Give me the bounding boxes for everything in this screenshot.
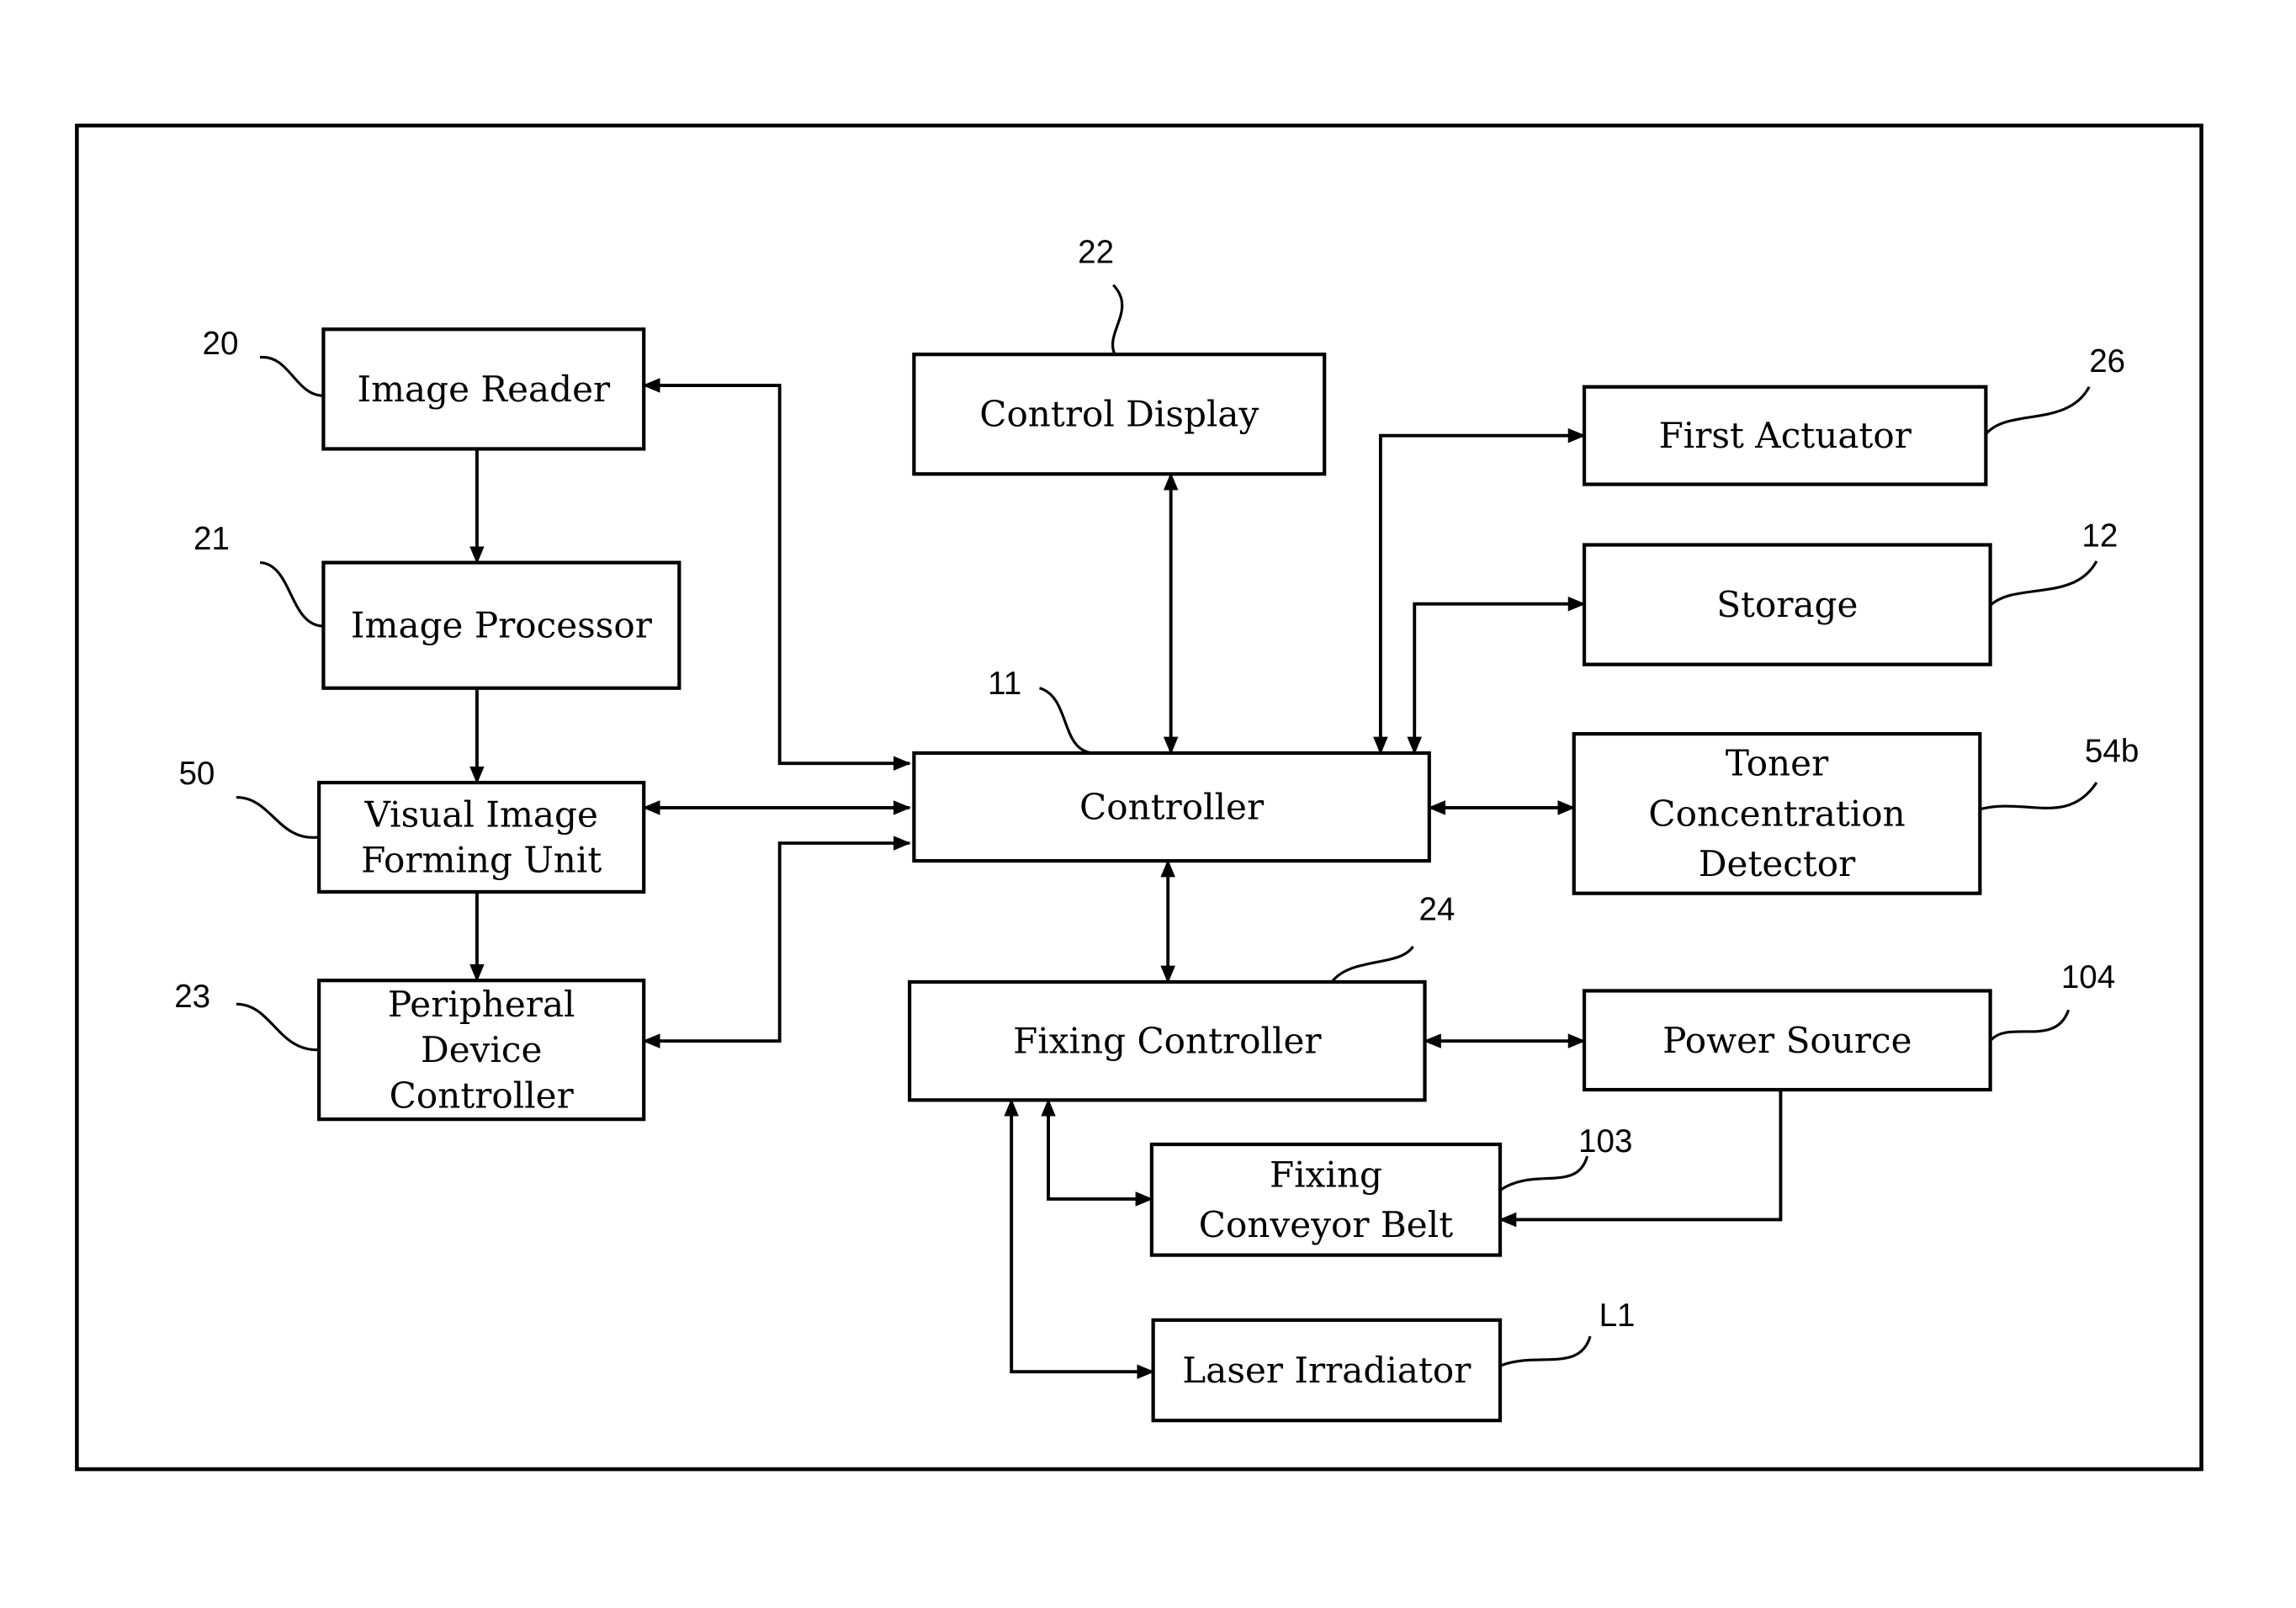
block-image-reader: Image Reader <box>321 327 646 451</box>
block-image-processor: Image Processor <box>321 560 681 690</box>
block-first-actuator: First Actuator <box>1582 385 1988 486</box>
block-label: Concentration <box>1648 793 1905 834</box>
connection-arrow <box>642 378 911 772</box>
block-toner-concentration-detector: Toner Concentration Detector <box>1572 732 1982 895</box>
block-visual-image-forming-unit: Visual Image Forming Unit <box>317 780 646 894</box>
block-label: Device <box>421 1029 542 1070</box>
block-label: Controller <box>1079 787 1265 828</box>
connection-arrow <box>1407 596 1586 755</box>
leader-line <box>1989 1009 2071 1043</box>
block-label: Fixing <box>1270 1154 1382 1195</box>
leader-line <box>1989 560 2098 607</box>
block-label: First Actuator <box>1659 415 1912 456</box>
reference-numeral: 21 <box>194 521 230 557</box>
block-label: Forming Unit <box>361 840 602 881</box>
reference-numeral: 54b <box>2085 733 2139 769</box>
reference-numeral: 50 <box>178 756 215 792</box>
block-label: Toner <box>1726 743 1829 784</box>
leader-line <box>236 796 320 839</box>
connection-arrow <box>1498 1090 1783 1228</box>
reference-numeral: 104 <box>2061 959 2115 995</box>
block-control-display: Control Display <box>912 353 1327 476</box>
block-label: Conveyor Belt <box>1199 1204 1453 1245</box>
block-label: Power Source <box>1662 1020 1912 1061</box>
reference-numeral: L1 <box>1599 1298 1636 1334</box>
leader-line <box>1499 1335 1592 1367</box>
block-laser-irradiator: Laser Irradiator <box>1151 1318 1503 1423</box>
leader-line <box>1111 284 1124 355</box>
block-storage: Storage <box>1582 543 1992 666</box>
leader-line <box>1499 1155 1589 1191</box>
connection-arrow <box>1004 1098 1155 1380</box>
block-label: Visual Image <box>364 793 598 835</box>
reference-numeral: 26 <box>2089 343 2125 379</box>
reference-numeral: 23 <box>174 979 210 1015</box>
reference-numeral: 103 <box>1578 1123 1632 1160</box>
block-fixing-controller: Fixing Controller <box>907 979 1427 1102</box>
leader-line <box>1985 386 2091 435</box>
block-controller: Controller <box>912 751 1431 863</box>
block-label: Storage <box>1716 584 1858 625</box>
reference-numeral: 24 <box>1419 891 1456 927</box>
block-label: Image Processor <box>351 605 653 646</box>
block-label: Detector <box>1699 843 1856 884</box>
connection-arrow <box>1373 427 1586 755</box>
leader-line <box>236 1002 320 1052</box>
block-peripheral-device-controller: PeripheralDevice Controller <box>317 979 646 1122</box>
connection-arrow <box>642 836 911 1048</box>
reference-numeral: 12 <box>2081 517 2118 554</box>
block-label: Peripheral <box>388 984 575 1025</box>
reference-numeral: 11 <box>988 666 1021 702</box>
block-diagram: Image Reader Image Processor Visual Image F… <box>75 123 2203 1472</box>
connection-arrow <box>1041 1098 1153 1207</box>
block-label: Laser Irradiator <box>1182 1350 1471 1391</box>
leader-line <box>1979 782 2098 811</box>
block-label: Controller <box>390 1075 575 1117</box>
block-label: Fixing Controller <box>1013 1021 1322 1062</box>
leader-line <box>259 561 324 628</box>
block-fixing-conveyor-belt: Fixing Conveyor Belt <box>1149 1142 1503 1257</box>
block-label: Image Reader <box>357 369 611 410</box>
reference-numeral: 20 <box>203 326 239 362</box>
block-power-source: Power Source <box>1582 989 1992 1092</box>
leader-line <box>1330 945 1414 983</box>
leader-line <box>259 356 324 397</box>
reference-numeral: 22 <box>1078 234 1114 270</box>
block-label: Control Display <box>979 394 1259 435</box>
blocks: Image Reader Image Processor Visual Image F… <box>317 327 1992 1423</box>
leader-line <box>1038 687 1093 755</box>
